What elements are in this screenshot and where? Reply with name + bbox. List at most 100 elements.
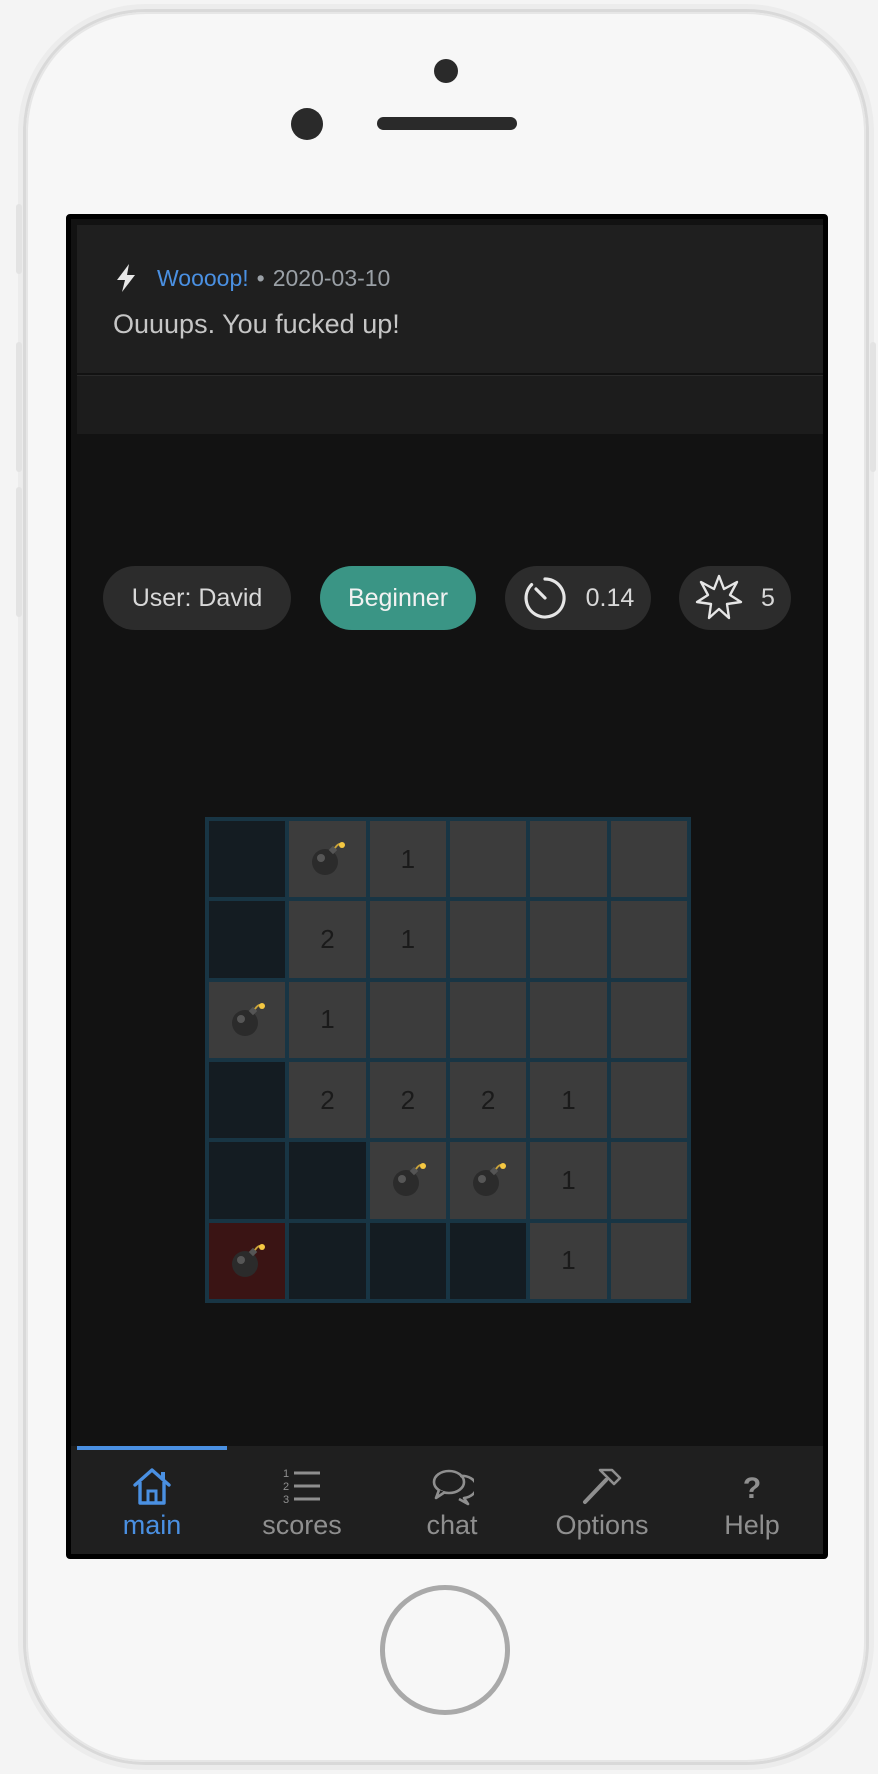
tab-help[interactable]: ? Help [677,1464,823,1541]
board-cell[interactable] [209,901,286,978]
tab-chat-label: chat [426,1510,478,1540]
tab-options-label: Options [555,1510,649,1540]
earpiece-speaker [377,117,517,130]
mine-cell[interactable] [369,1142,446,1219]
board-cell[interactable]: 1 [530,1142,607,1219]
board-cell[interactable] [450,1222,527,1299]
cell-number: 1 [400,843,416,874]
board-cell[interactable] [530,981,607,1058]
volume-up-button [16,342,22,472]
bomb-icon [232,1002,266,1036]
active-tab-indicator [77,1446,227,1450]
board-cell[interactable] [209,1142,286,1219]
tab-main[interactable]: main [77,1464,227,1541]
cell-number: 1 [561,1164,576,1195]
mine-cell[interactable] [209,981,286,1058]
question-icon: ? [743,1472,761,1505]
hammer-icon [583,1468,622,1504]
bolt-icon [117,264,135,292]
bomb-icon [392,1163,426,1197]
svg-text:1: 1 [283,1468,289,1480]
board-cell[interactable]: 1 [289,981,366,1058]
svg-text:?: ? [743,1472,761,1505]
power-button [870,342,876,472]
mute-switch [16,204,22,274]
tab-main-label: main [122,1510,182,1540]
board-cell[interactable]: 2 [369,1062,446,1139]
notification-header: Woooop! • 2020-03-10 [113,263,390,293]
front-camera [434,59,458,83]
board-cell[interactable]: 2 [289,901,366,978]
tab-bar: main 1 2 3 scores chat Options ? Help [71,1446,823,1554]
proximity-sensor [291,108,323,140]
mines-count: 5 [761,583,775,612]
home-icon [133,1468,171,1505]
level-label: Beginner [347,583,449,612]
mines-chip: 5 [679,566,791,630]
tab-help-label: Help [724,1510,780,1540]
cell-number: 1 [400,923,416,954]
board-cell[interactable] [289,1142,366,1219]
list-numbered-icon: 1 2 3 [283,1468,320,1506]
svg-text:2: 2 [283,1481,289,1493]
explosion-icon [695,574,743,620]
board-cell[interactable] [610,1142,687,1219]
board-cell[interactable] [610,821,687,898]
status-bar: User: David Beginner 0.14 5 [71,566,823,630]
board-cell[interactable]: 2 [289,1062,366,1139]
cell-number: 1 [561,1245,576,1276]
cell-number: 2 [320,1084,335,1115]
notification-banner[interactable]: Woooop! • 2020-03-10 Ouuups. You fucked … [77,225,823,373]
board-cell[interactable]: 1 [369,821,446,898]
timer-value: 0.14 [585,583,635,612]
notification-separator: • [256,264,265,291]
cell-number: 2 [320,923,335,954]
board-cell[interactable] [289,1222,366,1299]
cell-number: 2 [480,1084,496,1115]
svg-text:3: 3 [283,1494,289,1506]
exploded-mine-cell[interactable] [209,1222,286,1299]
notification-date: 2020-03-10 [272,264,391,291]
cell-number: 2 [400,1084,416,1115]
minefield-board: 1 2 1 1 2 2 2 1 1 1 [205,817,691,1303]
board-cell[interactable] [450,821,527,898]
tab-chat[interactable]: chat [377,1464,527,1541]
level-chip[interactable]: Beginner [320,566,476,630]
bomb-icon [232,1243,266,1277]
board-cell[interactable] [450,901,527,978]
tab-options[interactable]: Options [527,1464,677,1541]
home-button[interactable] [380,1585,510,1715]
cell-number: 1 [561,1084,576,1115]
bomb-icon [312,842,346,876]
board-cell[interactable] [530,901,607,978]
board-cell[interactable] [369,981,446,1058]
timer-chip: 0.14 [505,566,651,630]
bomb-icon [473,1163,507,1197]
board-cell[interactable]: 2 [450,1062,527,1139]
notification-source: Woooop! [157,264,249,291]
board-cell[interactable]: 1 [530,1062,607,1139]
volume-down-button [16,487,22,617]
user-label: User: David [131,583,263,612]
board-cell[interactable] [530,821,607,898]
notification-footer [77,375,823,434]
board-cell[interactable] [209,821,286,898]
board-cell[interactable] [369,1222,446,1299]
board-cell[interactable]: 1 [530,1222,607,1299]
user-chip[interactable]: User: David [103,566,291,630]
notification-message: Ouuups. You fucked up! [113,309,400,339]
board-cell[interactable] [610,1062,687,1139]
mine-cell[interactable] [450,1142,527,1219]
board-cell[interactable] [450,981,527,1058]
board-cell[interactable]: 1 [369,901,446,978]
tab-scores-label: scores [262,1510,342,1540]
board-cell[interactable] [610,901,687,978]
board-cell[interactable] [610,1222,687,1299]
cell-number: 1 [320,1004,335,1035]
board-cell[interactable] [610,981,687,1058]
mine-cell[interactable] [289,821,366,898]
tab-scores[interactable]: 1 2 3 scores [227,1464,377,1541]
timer-icon [524,577,566,619]
board-cell[interactable] [209,1062,286,1139]
app-screen: Woooop! • 2020-03-10 Ouuups. You fucked … [66,214,828,1559]
